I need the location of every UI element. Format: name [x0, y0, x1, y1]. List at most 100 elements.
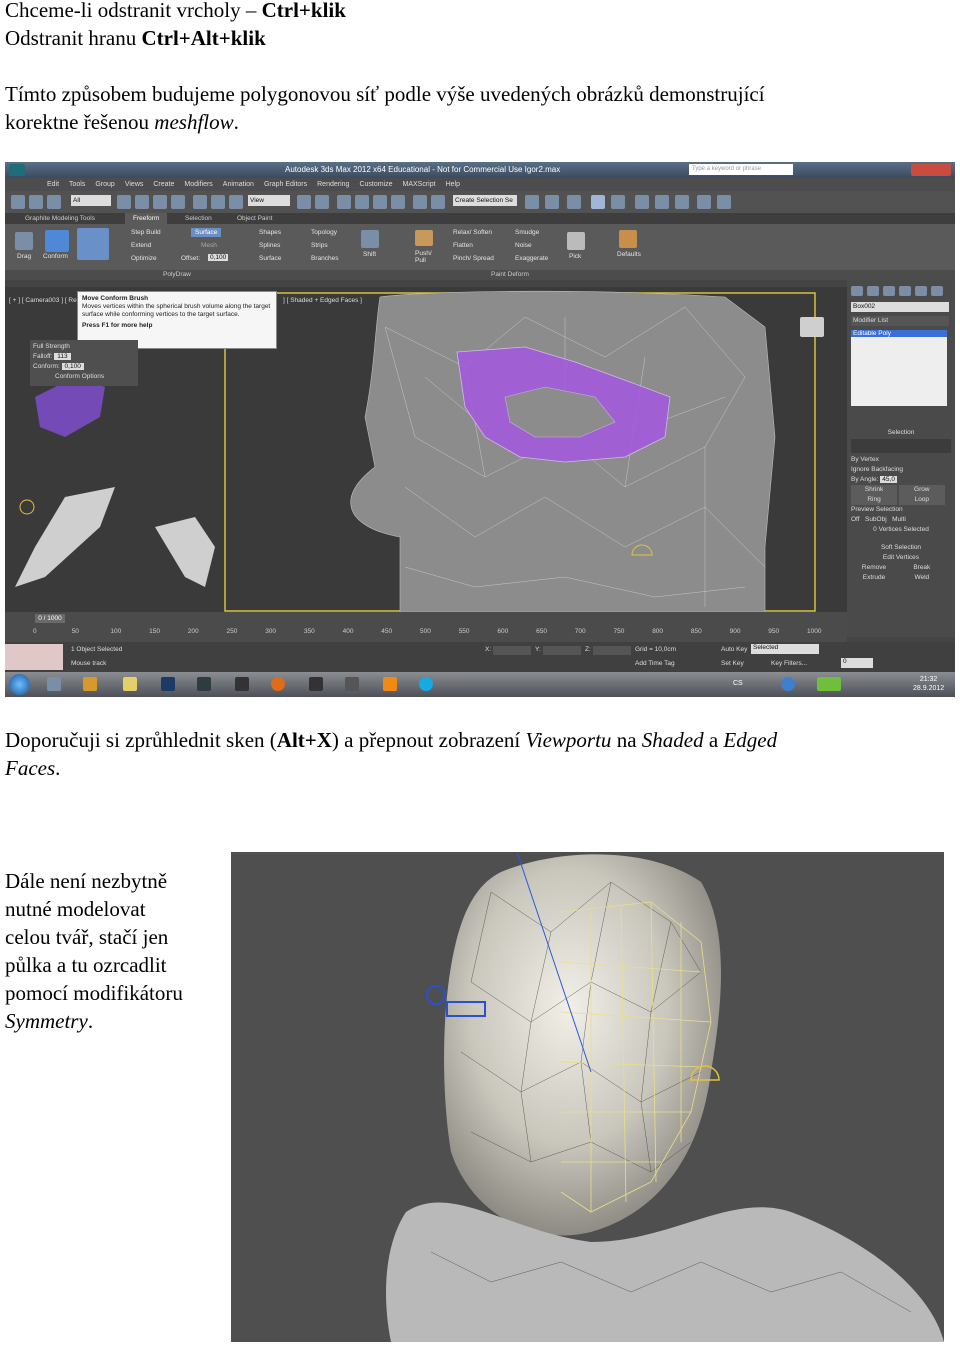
selection-filter-dropdown[interactable]: All: [71, 195, 111, 206]
curve-editor-icon[interactable]: [567, 195, 581, 209]
splines-label[interactable]: Splines: [259, 242, 280, 249]
select-by-name-icon[interactable]: [135, 195, 149, 209]
menu-modifiers[interactable]: Modifiers: [184, 181, 212, 188]
menu-group[interactable]: Group: [95, 181, 114, 188]
display-tab-icon[interactable]: [915, 286, 927, 296]
object-name-field[interactable]: Box002: [851, 302, 949, 312]
pick-icon[interactable]: [567, 232, 585, 250]
time-slider-thumb[interactable]: 0 / 1000: [35, 614, 65, 623]
maxscript-listener[interactable]: [5, 644, 63, 670]
tab-selection[interactable]: Selection: [185, 213, 212, 224]
exaggerate-label[interactable]: Exaggerate: [515, 255, 548, 262]
current-frame-field[interactable]: 0: [841, 658, 873, 668]
offset-field[interactable]: 0,100: [208, 254, 229, 261]
explorer-icon[interactable]: [47, 677, 61, 691]
firefox-icon[interactable]: [271, 677, 285, 691]
set-key-button[interactable]: Set Key: [721, 660, 744, 667]
menu-tools[interactable]: Tools: [69, 181, 85, 188]
photoshop-icon[interactable]: [161, 677, 175, 691]
topology-label[interactable]: Topology: [311, 229, 337, 236]
align-icon[interactable]: [525, 195, 539, 209]
language-indicator[interactable]: CS: [733, 680, 743, 687]
falloff-field[interactable]: 113: [54, 353, 71, 360]
loop-button[interactable]: Loop: [898, 495, 945, 505]
named-selection-dropdown[interactable]: Create Selection Se: [453, 195, 517, 206]
shift-icon[interactable]: [361, 230, 379, 248]
viewcube-icon[interactable]: [800, 317, 824, 337]
extrude-button[interactable]: Extrude: [851, 573, 897, 583]
full-strength-label[interactable]: Full Strength: [33, 342, 135, 352]
conform-brushes-icon[interactable]: [77, 228, 109, 260]
mesh-label[interactable]: Mesh: [201, 242, 217, 249]
render-setup-icon[interactable]: [635, 195, 649, 209]
window-crossing-icon[interactable]: [171, 195, 185, 209]
tray-icon[interactable]: [781, 677, 795, 691]
utilities-tab-icon[interactable]: [931, 286, 943, 296]
weld-button[interactable]: Weld: [899, 573, 945, 583]
start-button-icon[interactable]: [9, 674, 30, 695]
branches-label[interactable]: Branches: [311, 255, 338, 262]
vlc-icon[interactable]: [383, 677, 397, 691]
surface-label[interactable]: Surface: [259, 255, 281, 262]
surface-button[interactable]: Surface: [191, 228, 222, 237]
shrink-button[interactable]: Shrink: [851, 485, 897, 495]
scale-icon[interactable]: [229, 195, 243, 209]
clock[interactable]: 21:32 28.9.2012: [913, 675, 944, 693]
smudge-label[interactable]: Smudge: [515, 229, 539, 236]
by-angle-checkbox[interactable]: By Angle:: [851, 476, 878, 483]
edit-vertices-rollout[interactable]: Edit Vertices: [851, 553, 951, 563]
auto-key-button[interactable]: Auto Key: [721, 646, 747, 653]
angle-snap-icon[interactable]: [355, 195, 369, 209]
angle-field[interactable]: 45,0: [880, 476, 897, 483]
light-gizmo-icon[interactable]: [19, 499, 35, 515]
rotate-icon[interactable]: [211, 195, 225, 209]
pinch-spread-label[interactable]: Pinch/ Spread: [453, 255, 494, 262]
network-signal-icon[interactable]: [817, 677, 841, 691]
render-teapot-icon[interactable]: [697, 195, 711, 209]
polydraw-group-label[interactable]: PolyDraw: [163, 270, 191, 280]
manipulate-icon[interactable]: [315, 195, 329, 209]
relax-soften-label[interactable]: Relax/ Soften: [453, 229, 492, 236]
key-filters-button[interactable]: Key Filters...: [771, 660, 807, 667]
z-field[interactable]: [593, 646, 631, 655]
snaps-toggle-icon[interactable]: [337, 195, 351, 209]
menu-maxscript[interactable]: MAXScript: [403, 181, 436, 188]
motion-tab-icon[interactable]: [899, 286, 911, 296]
window-controls[interactable]: [911, 164, 951, 176]
subobject-level-icons[interactable]: [851, 439, 951, 453]
tab-object-paint[interactable]: Object Paint: [237, 213, 272, 224]
search-input[interactable]: Type a keyword or phrase: [689, 164, 793, 175]
select-icon[interactable]: [117, 195, 131, 209]
conform-icon[interactable]: [45, 230, 69, 252]
modify-tab-icon[interactable]: [867, 286, 879, 296]
drag-icon[interactable]: [15, 232, 33, 250]
skype-icon[interactable]: [419, 677, 433, 691]
break-button[interactable]: Break: [899, 563, 945, 573]
soft-selection-rollout[interactable]: Soft Selection: [851, 543, 951, 553]
edit-named-selection-icon[interactable]: [413, 195, 427, 209]
app-icon[interactable]: [235, 677, 249, 691]
remove-button[interactable]: Remove: [851, 563, 897, 573]
stack-item-editable-poly[interactable]: Editable Poly: [851, 330, 947, 337]
flatten-label[interactable]: Flatten: [453, 242, 473, 249]
hierarchy-tab-icon[interactable]: [883, 286, 895, 296]
percent-snap-icon[interactable]: [373, 195, 387, 209]
ring-button[interactable]: Ring: [851, 495, 897, 505]
menu-rendering[interactable]: Rendering: [317, 181, 349, 188]
by-vertex-checkbox[interactable]: By Vertex: [851, 455, 951, 465]
defaults-brush-icon[interactable]: [619, 230, 637, 248]
shapes-label[interactable]: Shapes: [259, 229, 281, 236]
step-build-label[interactable]: Step Build: [131, 229, 161, 236]
modifier-stack[interactable]: Editable Poly: [851, 330, 947, 406]
undo-icon[interactable]: [11, 195, 25, 209]
menu-views[interactable]: Views: [125, 181, 144, 188]
grow-button[interactable]: Grow: [898, 485, 945, 495]
redo-icon[interactable]: [29, 195, 43, 209]
mirror-icon[interactable]: [431, 195, 445, 209]
rectangle-selection-icon[interactable]: [153, 195, 167, 209]
render-frame-icon[interactable]: [655, 195, 669, 209]
modifier-list-dropdown[interactable]: Modifier List: [851, 316, 949, 326]
selection-rollout-title[interactable]: Selection: [851, 428, 951, 438]
conform-field[interactable]: 0,100: [61, 363, 84, 370]
material-editor-icon[interactable]: [611, 195, 625, 209]
